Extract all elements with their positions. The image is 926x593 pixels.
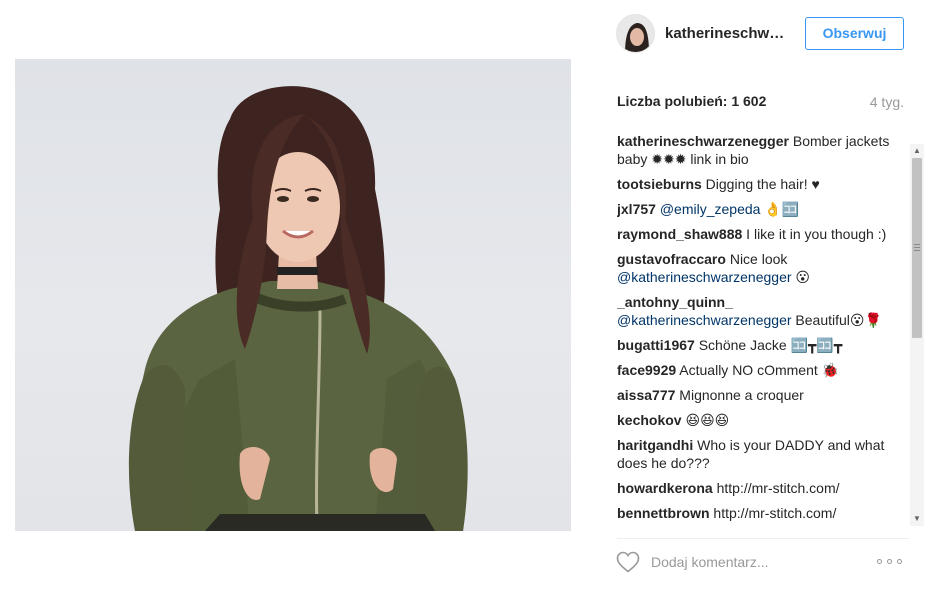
scrollbar-grip-icon	[914, 244, 920, 252]
comment-item: face9929 Actually NO cOmment 🐞	[617, 361, 902, 379]
post-photo[interactable]	[15, 59, 571, 531]
comment-item: tootsieburns Digging the hair! ♥	[617, 175, 902, 193]
comment-footer	[605, 545, 926, 585]
add-comment-input[interactable]	[651, 552, 861, 572]
avatar[interactable]	[616, 14, 655, 53]
comment-username[interactable]: katherineschwarzenegger	[617, 133, 789, 149]
comment-text: I like it in you though :)	[742, 226, 887, 242]
comment-item: bennettbrown http://mr-stitch.com/	[617, 504, 902, 522]
comment-item: jxl757 @emily_zepeda 👌🈁	[617, 200, 902, 218]
comment-username[interactable]: haritgandhi	[617, 437, 693, 453]
comment-text: Schöne Jacke 🈁┳🈁┳	[694, 337, 843, 353]
heart-icon[interactable]	[616, 551, 640, 573]
woman-in-bomber-jacket-image	[128, 86, 468, 531]
comment-username[interactable]: gustavofraccaro	[617, 251, 726, 267]
comment-username[interactable]: _antohny_quinn_	[617, 294, 733, 310]
comment-item: haritgandhi Who is your DADDY and what d…	[617, 436, 902, 472]
comment-username[interactable]: bugatti1967	[617, 337, 695, 353]
comment-text: Actually NO cOmment 🐞	[676, 362, 840, 378]
scrollbar-thumb[interactable]	[912, 158, 922, 338]
comment-username[interactable]: aissa777	[617, 387, 675, 403]
likes-row: Liczba polubień: 1 602 4 tyg.	[617, 93, 904, 113]
scroll-up-arrow-icon[interactable]: ▲	[910, 144, 924, 158]
comment-item: katherineschwarzenegger Bomber jackets b…	[617, 132, 902, 168]
comments-list: katherineschwarzenegger Bomber jackets b…	[617, 132, 902, 526]
divider	[617, 538, 909, 539]
comment-text: 👌🈁	[760, 201, 800, 217]
comment-text-end: 😮	[791, 269, 811, 285]
comment-text: Mignonne a croquer	[675, 387, 804, 403]
comment-item: bugatti1967 Schöne Jacke 🈁┳🈁┳	[617, 336, 902, 354]
comment-item: gustavofraccaro Nice look @katherineschw…	[617, 250, 902, 286]
post-sidebar: katherineschwa... Obserwuj Liczba polubi…	[605, 0, 926, 593]
comment-mention[interactable]: @emily_zepeda	[656, 201, 761, 217]
follow-button[interactable]: Obserwuj	[805, 17, 904, 50]
comment-mention[interactable]: @katherineschwarzenegger	[617, 312, 792, 328]
comment-text: Nice look	[725, 251, 788, 267]
comment-item: raymond_shaw888 I like it in you though …	[617, 225, 902, 243]
comment-item: aissa777 Mignonne a croquer	[617, 386, 902, 404]
comment-username[interactable]: raymond_shaw888	[617, 226, 742, 242]
post-header: katherineschwa... Obserwuj	[605, 0, 926, 70]
comment-username[interactable]: face9929	[617, 362, 676, 378]
comment-username[interactable]: bennettbrown	[617, 505, 710, 521]
more-options-icon[interactable]	[877, 553, 905, 569]
comments-scrollbar[interactable]: ▲ ▼	[910, 144, 924, 526]
post-time[interactable]: 4 tyg.	[870, 94, 904, 110]
scroll-down-arrow-icon[interactable]: ▼	[910, 512, 924, 526]
username[interactable]: katherineschwa...	[665, 25, 790, 42]
comment-item: _antohny_quinn_ @katherineschwarzenegger…	[617, 293, 902, 329]
avatar-image	[617, 15, 654, 52]
comment-username[interactable]: jxl757	[617, 201, 656, 217]
comment-mention[interactable]: @katherineschwarzenegger	[617, 269, 792, 285]
comment-username[interactable]: kechokov	[617, 412, 682, 428]
comment-text: Beautiful😮🌹	[791, 312, 882, 328]
comment-text: Digging the hair! ♥	[701, 176, 820, 192]
comment-link[interactable]: http://mr-stitch.com/	[710, 505, 836, 521]
comment-username[interactable]: howardkerona	[617, 480, 713, 496]
comment-item: kechokov 😆😆😆	[617, 411, 902, 429]
comment-username[interactable]: tootsieburns	[617, 176, 702, 192]
comment-text: 😆😆😆	[681, 412, 730, 428]
comment-item: howardkerona http://mr-stitch.com/	[617, 479, 902, 497]
likes-count[interactable]: Liczba polubień: 1 602	[617, 93, 766, 109]
comment-link[interactable]: http://mr-stitch.com/	[713, 480, 840, 496]
